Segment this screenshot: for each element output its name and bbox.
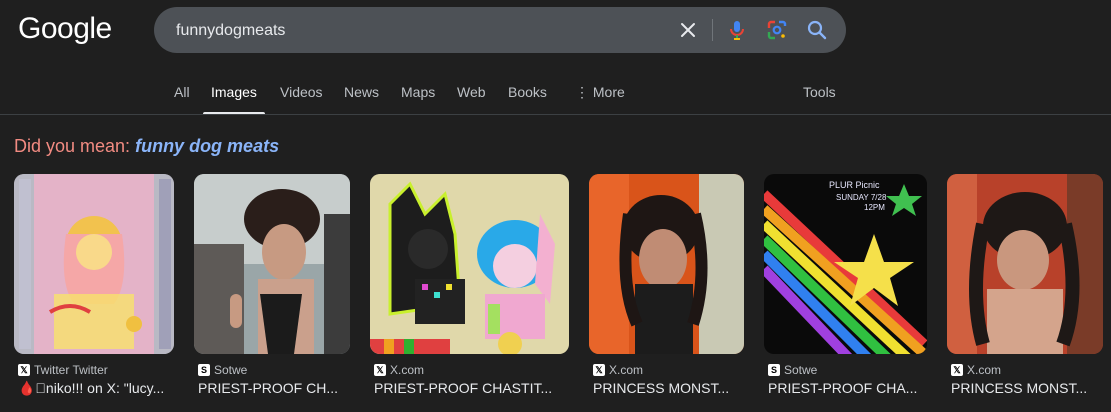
tab-images[interactable]: Images	[211, 84, 257, 100]
search-bar	[154, 7, 846, 55]
sotwe-icon: S	[768, 364, 780, 376]
x-icon: 𝕏	[593, 364, 605, 376]
source-label: Twitter Twitter	[34, 363, 108, 377]
result-source: 𝕏 X.com	[593, 363, 643, 377]
tab-all[interactable]: All	[174, 84, 190, 100]
result-thumbnail[interactable]	[370, 174, 569, 354]
flyer-date: SUNDAY 7/28	[836, 193, 887, 202]
x-icon: 𝕏	[374, 364, 386, 376]
result-thumbnail[interactable]	[194, 174, 350, 354]
x-icon: 𝕏	[951, 364, 963, 376]
search-input[interactable]	[174, 7, 658, 55]
result-title[interactable]: PRINCESS MONST...	[951, 380, 1103, 396]
tab-news[interactable]: News	[344, 84, 379, 100]
result-source: 𝕏 X.com	[951, 363, 1001, 377]
flyer-title: PLUR Picnic	[829, 180, 880, 190]
result-thumbnail[interactable]	[14, 174, 174, 354]
tab-videos[interactable]: Videos	[280, 84, 323, 100]
x-icon: 𝕏	[18, 364, 30, 376]
result-title[interactable]: PRINCESS MONST...	[593, 380, 744, 396]
source-label: X.com	[390, 363, 425, 377]
tab-books[interactable]: Books	[508, 84, 547, 100]
sotwe-icon: S	[198, 364, 210, 376]
did-you-mean: Did you mean: funny dog meats	[14, 136, 279, 157]
flyer-time: 12PM	[864, 203, 885, 212]
tools-button[interactable]: Tools	[803, 84, 836, 100]
tab-more-label: More	[592, 84, 625, 100]
result-source: S Sotwe	[198, 363, 247, 377]
did-you-mean-suggestion[interactable]: funny dog meats	[135, 136, 279, 156]
clear-icon[interactable]	[676, 18, 700, 42]
source-label: Sotwe	[784, 363, 818, 377]
result-thumbnail[interactable]	[589, 174, 744, 354]
tab-maps[interactable]: Maps	[401, 84, 435, 100]
more-vert-icon: ⋮	[575, 84, 589, 100]
search-divider	[712, 19, 713, 41]
result-title[interactable]: 🩸 niko!!! on X: "lucy...	[18, 380, 174, 397]
result-title[interactable]: PRIEST-PROOF CHASTIT...	[374, 380, 569, 396]
result-source: 𝕏 X.com	[374, 363, 424, 377]
source-label: X.com	[609, 363, 644, 377]
lens-icon[interactable]	[765, 18, 789, 42]
search-tabs: All Images Videos News Maps Web Books ⋮ …	[0, 84, 1111, 115]
result-title[interactable]: PRIEST-PROOF CHA...	[768, 380, 927, 396]
result-source: S Sotwe	[768, 363, 817, 377]
source-label: X.com	[967, 363, 1002, 377]
tab-web[interactable]: Web	[457, 84, 486, 100]
did-you-mean-label: Did you mean:	[14, 136, 131, 156]
source-label: Sotwe	[214, 363, 248, 377]
microphone-icon[interactable]	[725, 18, 749, 42]
search-icon[interactable]	[805, 18, 829, 42]
result-source: 𝕏 Twitter Twitter	[18, 363, 108, 377]
google-logo[interactable]: Google	[18, 12, 112, 46]
result-thumbnail[interactable]: PLUR Picnic SUNDAY 7/28 12PM	[764, 174, 927, 354]
result-title[interactable]: PRIEST-PROOF CH...	[198, 380, 350, 396]
header-divider	[0, 114, 1111, 115]
tab-more[interactable]: ⋮ More	[575, 84, 625, 101]
result-thumbnail[interactable]	[947, 174, 1103, 354]
